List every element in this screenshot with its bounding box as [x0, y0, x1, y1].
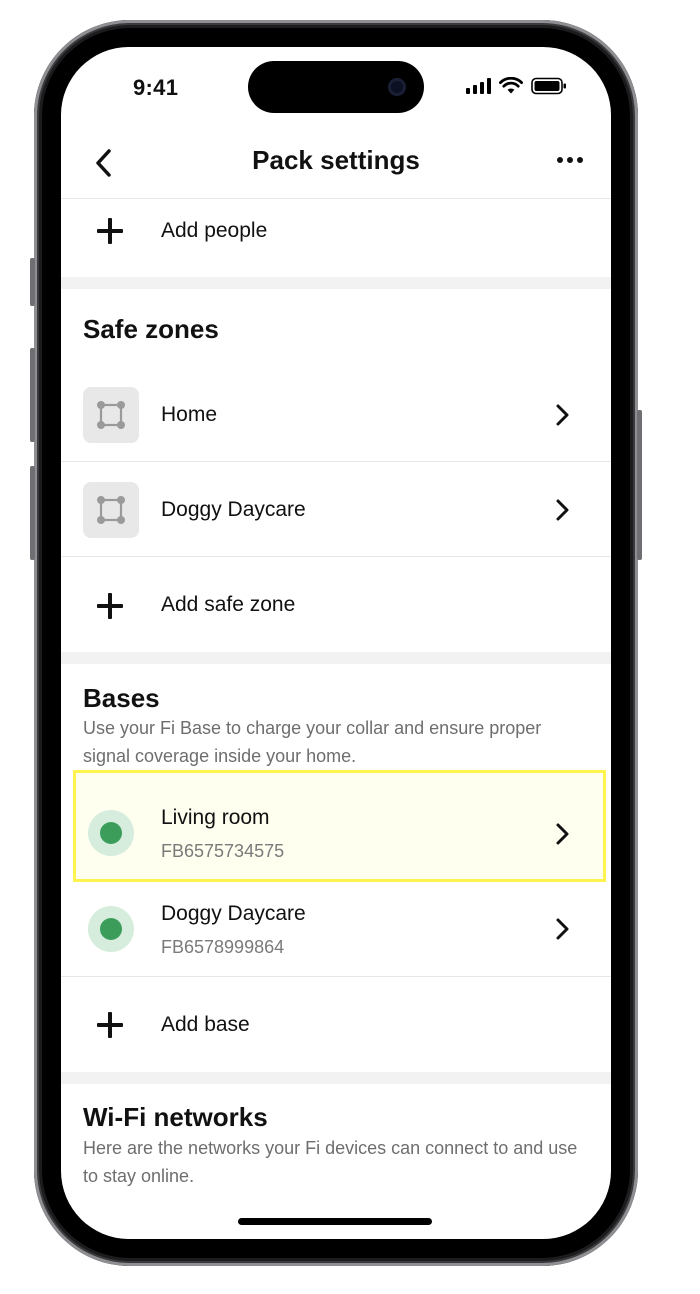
- safe-zone-row-doggy-daycare[interactable]: Doggy Daycare: [61, 462, 611, 557]
- plus-icon: [97, 593, 123, 619]
- nav-bar: Pack settings: [61, 129, 611, 199]
- chevron-right-icon: [556, 499, 569, 521]
- page-title: Pack settings: [252, 145, 420, 175]
- wifi-networks-title: Wi-Fi networks: [83, 1102, 268, 1132]
- status-icons: [466, 77, 567, 95]
- bases-description: Use your Fi Base to charge your collar a…: [83, 718, 542, 766]
- section-separator: [61, 277, 611, 289]
- safe-zone-label: Doggy Daycare: [161, 498, 306, 521]
- status-online-icon: [88, 810, 134, 856]
- base-name: Doggy Daycare: [161, 902, 306, 925]
- status-online-icon: [88, 906, 134, 952]
- more-horizontal-icon[interactable]: [557, 157, 583, 163]
- add-base-button[interactable]: Add base: [61, 977, 611, 1072]
- camera-icon: [388, 78, 406, 96]
- chevron-right-icon: [556, 918, 569, 940]
- safe-zone-row-home[interactable]: Home: [61, 367, 611, 462]
- add-people-button[interactable]: Add people: [61, 200, 611, 277]
- chevron-right-icon: [556, 404, 569, 426]
- wifi-icon: [499, 77, 523, 94]
- zone-shape-icon: [83, 387, 139, 443]
- dynamic-island: [248, 61, 424, 113]
- add-base-label: Add base: [161, 1013, 250, 1036]
- add-people-label: Add people: [161, 219, 268, 242]
- volume-up-button: [30, 348, 35, 442]
- screen: 9:41 Pack settings Add people Safe zones: [61, 47, 611, 1239]
- base-name: Living room: [161, 806, 270, 829]
- section-separator: [61, 1072, 611, 1084]
- base-serial: FB6575734575: [161, 841, 285, 861]
- add-safe-zone-label: Add safe zone: [161, 593, 296, 616]
- zone-shape-icon: [83, 482, 139, 538]
- plus-icon: [97, 218, 123, 244]
- wifi-networks-description: Here are the networks your Fi devices ca…: [83, 1138, 578, 1186]
- safe-zones-title: Safe zones: [83, 314, 219, 344]
- bases-title: Bases: [83, 683, 160, 713]
- home-indicator: [238, 1218, 432, 1225]
- base-row-doggy-daycare[interactable]: Doggy Daycare FB6578999864: [61, 882, 611, 976]
- power-button: [637, 410, 642, 560]
- volume-down-button: [30, 466, 35, 560]
- battery-icon: [531, 77, 566, 95]
- chevron-right-icon: [556, 823, 569, 845]
- base-serial: FB6578999864: [161, 937, 285, 957]
- action-button: [30, 258, 35, 306]
- safe-zone-label: Home: [161, 403, 218, 426]
- signal-icon: [466, 78, 491, 94]
- status-time: 9:41: [133, 75, 179, 100]
- plus-icon: [97, 1012, 123, 1038]
- add-safe-zone-button[interactable]: Add safe zone: [61, 557, 611, 652]
- section-separator: [61, 652, 611, 664]
- base-row-living-room[interactable]: Living room FB6575734575: [61, 775, 611, 879]
